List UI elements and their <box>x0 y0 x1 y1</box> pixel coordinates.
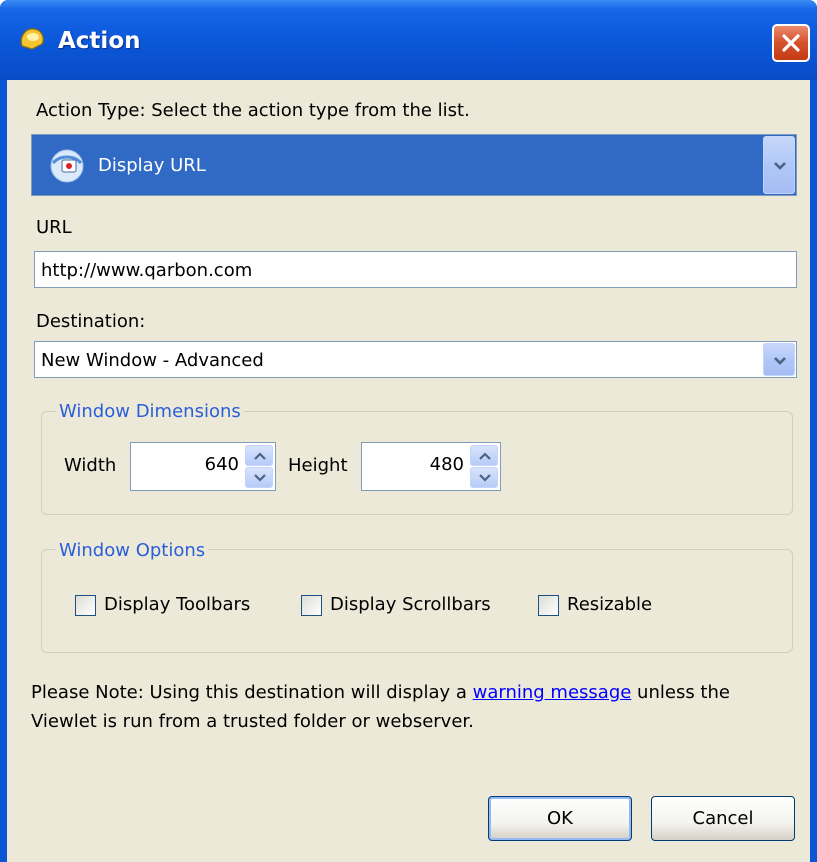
ok-button[interactable]: OK <box>488 796 632 841</box>
app-icon <box>18 26 46 52</box>
cancel-button[interactable]: Cancel <box>651 796 795 841</box>
display-toolbars-label[interactable]: Display Toolbars <box>104 594 250 615</box>
resizable-checkbox[interactable] <box>538 595 559 616</box>
height-increment-button[interactable] <box>470 445 498 466</box>
action-type-select[interactable]: Display URL <box>31 134 797 196</box>
window-title: Action <box>58 28 141 54</box>
title-bar[interactable]: Action <box>0 0 817 80</box>
height-spinner[interactable]: 480 <box>361 442 501 491</box>
destination-note: Please Note: Using this destination will… <box>31 678 801 736</box>
chevron-down-icon <box>774 162 786 170</box>
resizable-label[interactable]: Resizable <box>567 594 652 615</box>
url-input-value: http://www.qarbon.com <box>41 260 253 281</box>
chevron-up-icon <box>254 452 266 460</box>
display-scrollbars-label[interactable]: Display Scrollbars <box>330 594 491 615</box>
width-value: 640 <box>204 454 239 475</box>
display-url-icon <box>50 149 84 187</box>
destination-label: Destination: <box>36 311 146 332</box>
width-spinner[interactable]: 640 <box>130 442 276 491</box>
display-scrollbars-checkbox[interactable] <box>301 595 322 616</box>
chevron-down-icon <box>774 357 786 365</box>
width-label: Width <box>64 455 117 476</box>
action-dialog: Action Action Type: Select the action ty… <box>0 0 817 862</box>
chevron-up-icon <box>479 452 491 460</box>
destination-value: New Window - Advanced <box>41 350 264 371</box>
width-decrement-button[interactable] <box>245 467 273 488</box>
chevron-down-icon <box>479 474 491 482</box>
url-label: URL <box>36 217 72 238</box>
display-toolbars-checkbox[interactable] <box>75 595 96 616</box>
close-icon <box>782 34 800 52</box>
url-input[interactable]: http://www.qarbon.com <box>34 251 797 288</box>
close-button[interactable] <box>772 24 810 62</box>
chevron-down-icon <box>254 474 266 482</box>
width-increment-button[interactable] <box>245 445 273 466</box>
action-type-dropdown-button[interactable] <box>763 136 795 194</box>
note-prefix: Please Note: Using this destination will… <box>31 682 473 703</box>
height-decrement-button[interactable] <box>470 467 498 488</box>
action-type-value: Display URL <box>98 155 206 176</box>
destination-dropdown-button[interactable] <box>763 343 795 376</box>
window-dimensions-legend: Window Dimensions <box>56 401 244 422</box>
window-options-legend: Window Options <box>56 540 209 561</box>
destination-select[interactable]: New Window - Advanced <box>34 341 797 378</box>
height-value: 480 <box>429 454 464 475</box>
action-type-label: Action Type: Select the action type from… <box>36 100 470 121</box>
warning-message-link[interactable]: warning message <box>473 682 632 703</box>
height-label: Height <box>288 455 348 476</box>
